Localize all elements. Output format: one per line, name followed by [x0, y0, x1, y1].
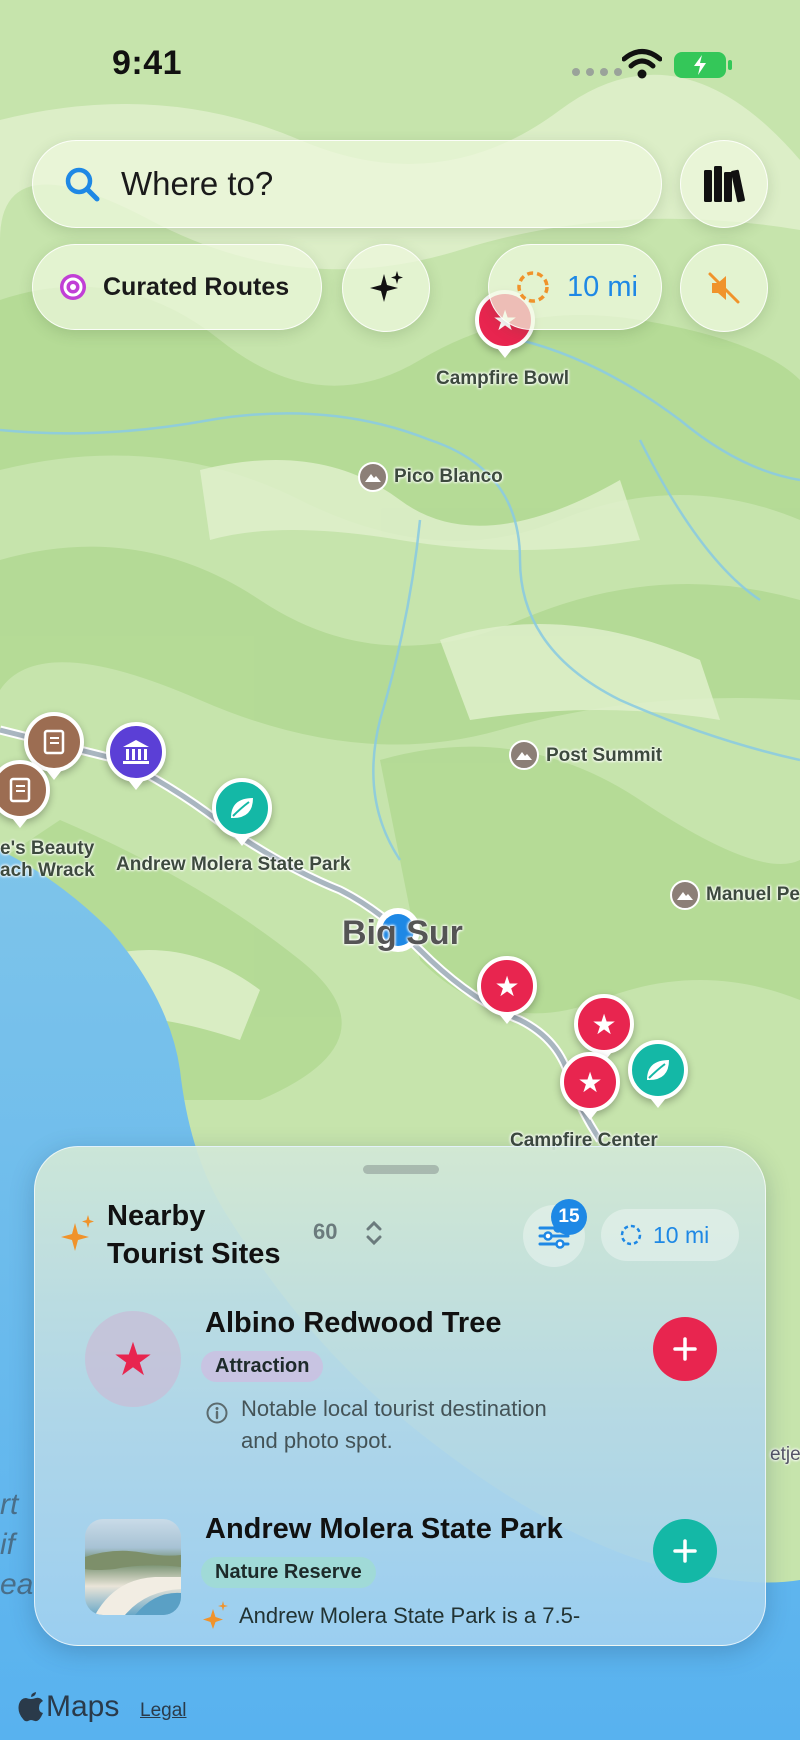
ocean-label-partial: if — [0, 1528, 15, 1561]
apple-logo-icon — [18, 1692, 43, 1722]
maps-attribution: Maps — [18, 1690, 119, 1724]
battery-icon — [674, 52, 726, 78]
item-description: Notable local tourist destination and ph… — [241, 1393, 547, 1457]
sheet-title-line1: Nearby — [107, 1200, 206, 1232]
map-label-campfire-bowl[interactable]: Campfire Bowl — [436, 368, 569, 390]
wifi-icon — [622, 49, 662, 79]
sheet-radius-button[interactable]: 10 mi — [601, 1209, 739, 1261]
list-item[interactable]: Andrew Molera State Park Nature Reserve … — [35, 1513, 765, 1645]
plus-icon — [673, 1337, 697, 1361]
curated-routes-label: Curated Routes — [103, 272, 290, 301]
curated-routes-button[interactable]: Curated Routes — [32, 244, 322, 330]
map-label-edge: etjen — [770, 1444, 800, 1465]
search-placeholder: Where to? — [121, 165, 274, 202]
sparkles-icon — [61, 1215, 94, 1251]
leaf-icon — [647, 1060, 669, 1080]
museum-icon — [123, 740, 149, 764]
mountain-icon — [358, 462, 388, 492]
item-description-line: and photo spot. — [241, 1428, 393, 1453]
mountain-icon — [509, 740, 539, 770]
star-icon: ★ — [112, 1333, 154, 1385]
filter-badge: 15 — [551, 1199, 587, 1235]
nature-pin[interactable] — [212, 778, 272, 846]
category-tag: Nature Reserve — [201, 1557, 376, 1588]
radius-icon — [620, 1224, 642, 1246]
attraction-pin[interactable]: ★ — [560, 1052, 620, 1120]
status-bar: 9:41 — [0, 0, 800, 110]
map-label-wrack[interactable]: ach Wrack — [0, 860, 95, 882]
status-time: 9:41 — [112, 44, 183, 82]
search-icon — [65, 167, 100, 202]
ocean-label-partial: rt — [0, 1488, 19, 1521]
item-title: Albino Redwood Tree — [205, 1307, 502, 1339]
star-icon: ★ — [494, 970, 520, 1002]
radius-icon — [517, 271, 549, 303]
attraction-pin[interactable]: ★ — [477, 956, 537, 1024]
sheet-title-line2: Tourist Sites — [107, 1238, 281, 1270]
star-icon: ★ — [577, 1066, 603, 1098]
signal-icon — [572, 68, 622, 76]
map-label-andrew-molera[interactable]: Andrew Molera State Park — [116, 854, 350, 876]
item-description: Andrew Molera State Park is a 7.5- — [239, 1603, 581, 1628]
sheet-title: Nearby Tourist Sites — [107, 1197, 281, 1273]
map-label-beauty[interactable]: e's Beauty — [0, 838, 94, 860]
item-thumbnail — [85, 1519, 181, 1615]
nearby-sheet[interactable]: Nearby Tourist Sites 60 15 10 mi ★ Albin… — [34, 1146, 766, 1646]
map-label-manuel-peak[interactable]: Manuel Pe — [706, 884, 800, 906]
book-icon — [43, 729, 65, 755]
star-icon: ★ — [591, 1008, 617, 1040]
result-count[interactable]: 60 — [313, 1219, 337, 1245]
info-icon — [206, 1402, 228, 1424]
leaf-icon — [231, 798, 253, 818]
book-icon — [9, 777, 31, 803]
sparkles-icon — [370, 271, 403, 302]
radius-label: 10 mi — [567, 270, 638, 303]
library-button[interactable] — [680, 140, 768, 228]
battery-tip — [728, 60, 732, 70]
sheet-grabber[interactable] — [363, 1165, 439, 1174]
plus-icon — [673, 1539, 697, 1563]
steering-wheel-icon — [60, 274, 86, 300]
map-label-pico-blanco[interactable]: Pico Blanco — [394, 466, 503, 488]
list-item[interactable]: ★ Albino Redwood Tree Attraction Notable… — [35, 1307, 765, 1467]
category-tag: Attraction — [201, 1351, 324, 1382]
legal-link[interactable]: Legal — [140, 1700, 187, 1722]
add-button[interactable] — [653, 1519, 717, 1583]
maps-brand: Maps — [46, 1690, 120, 1723]
map-label-big-sur[interactable]: Big Sur — [342, 914, 463, 953]
item-thumbnail: ★ — [85, 1311, 181, 1407]
sheet-radius-label: 10 mi — [653, 1221, 710, 1248]
attraction-pin[interactable]: ★ — [574, 994, 634, 1062]
books-icon — [704, 166, 745, 203]
ai-sparkle-button[interactable] — [342, 244, 430, 332]
search-bar[interactable]: Where to? — [32, 140, 662, 228]
nature-pin[interactable] — [628, 1040, 688, 1108]
sparkles-icon — [203, 1601, 228, 1629]
add-button[interactable] — [653, 1317, 717, 1381]
speaker-mute-icon — [708, 272, 740, 304]
mountain-icon — [670, 880, 700, 910]
chevron-updown-icon[interactable] — [365, 1219, 383, 1247]
radius-button[interactable]: 10 mi — [488, 244, 662, 330]
item-description-line: Notable local tourist destination — [241, 1396, 547, 1421]
item-title: Andrew Molera State Park — [205, 1513, 563, 1545]
museum-pin[interactable] — [106, 722, 166, 790]
map-label-post-summit[interactable]: Post Summit — [546, 745, 662, 767]
mute-button[interactable] — [680, 244, 768, 332]
ocean-label-partial: ea — [0, 1568, 34, 1601]
